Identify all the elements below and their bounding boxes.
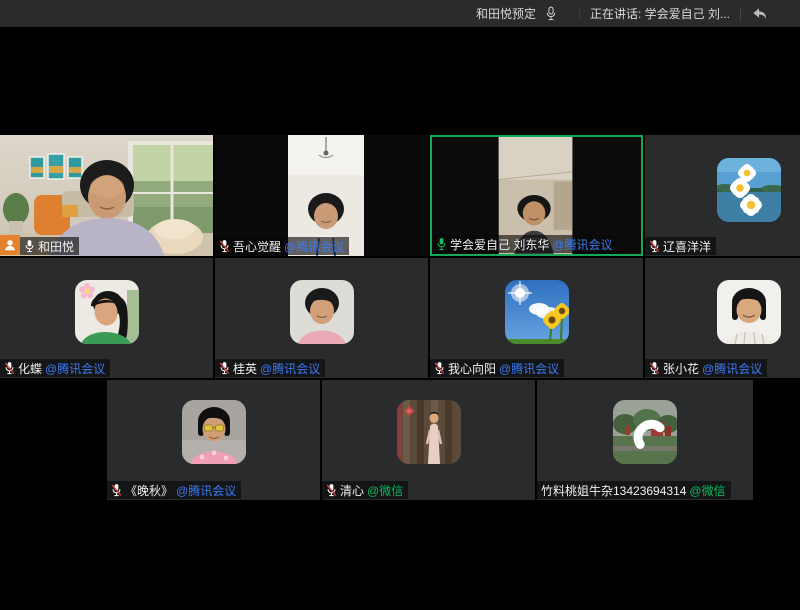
sunflowers-blue-sky-photo <box>505 280 569 344</box>
daisies-lake-photo <box>717 158 781 222</box>
participant-tile-woxinxiangyang[interactable]: 我心向阳@腾讯会议 <box>430 258 643 378</box>
participant-tile-wanqiu[interactable]: 《晚秋》@腾讯会议 <box>107 380 320 500</box>
mic-speaking-icon <box>436 237 447 251</box>
avatar <box>717 158 781 222</box>
avatar <box>182 400 246 464</box>
avatar <box>505 280 569 344</box>
avatar <box>397 400 461 464</box>
platform-suffix: @腾讯会议 <box>176 482 236 499</box>
avatar <box>75 280 139 344</box>
platform-suffix: @微信 <box>689 482 725 499</box>
mic-muted-icon <box>219 239 230 253</box>
participant-name: 清心 <box>340 482 364 499</box>
meeting-title: 和田悦预定 <box>476 5 536 22</box>
woman-short-hair-photo <box>717 280 781 344</box>
park-scene-phone-handset-icon <box>613 400 677 464</box>
participant-tile-liudonghua-active-speaker[interactable]: 学会爱自己 刘东华@腾讯会议 <box>430 135 643 256</box>
platform-suffix: @微信 <box>367 482 403 499</box>
platform-suffix: @腾讯会议 <box>284 238 344 255</box>
participant-name: 张小花 <box>663 360 699 377</box>
platform-suffix: @腾讯会议 <box>702 360 762 377</box>
titlebar-divider <box>740 7 741 20</box>
reply-back-arrow-icon[interactable] <box>751 6 768 21</box>
platform-suffix: @腾讯会议 <box>45 360 105 377</box>
speaking-status: 正在讲话: 学会爱自己 刘... <box>590 5 730 22</box>
woman-yellow-glasses-photo <box>182 400 246 464</box>
platform-suffix: @腾讯会议 <box>552 236 612 253</box>
participant-tile-zhangxiaohua[interactable]: 张小花@腾讯会议 <box>645 258 800 378</box>
avatar <box>717 280 781 344</box>
participant-name: 吾心觉醒 <box>233 238 281 255</box>
speaking-microphone-icon <box>545 6 557 21</box>
mic-on-icon <box>24 239 35 253</box>
titlebar: 和田悦预定 正在讲话: 学会爱自己 刘... <box>0 0 800 27</box>
participant-name: 学会爱自己 刘东华 <box>450 236 549 253</box>
mic-muted-icon <box>219 361 230 375</box>
participant-name: 和田悦 <box>38 238 74 255</box>
participant-tile-guiying[interactable]: 桂英@腾讯会议 <box>215 258 428 378</box>
participant-tile-wuxinjuexing[interactable]: 吾心觉醒@腾讯会议 <box>215 135 428 256</box>
participant-name: 化蝶 <box>18 360 42 377</box>
woman-green-top-flower-photo <box>75 280 139 344</box>
mic-muted-icon <box>649 361 660 375</box>
participant-name: 《晚秋》 <box>125 482 173 499</box>
participant-tile-huadie[interactable]: 化蝶@腾讯会议 <box>0 258 213 378</box>
platform-suffix: @腾讯会议 <box>499 360 559 377</box>
participant-name: 辽喜洋洋 <box>663 238 711 255</box>
mic-muted-icon <box>326 483 337 497</box>
participant-name: 桂英 <box>233 360 257 377</box>
titlebar-divider <box>579 7 580 20</box>
participant-name: 竹料桃姐牛杂13423694314 <box>541 482 686 499</box>
participant-tile-zhuliaotaojie[interactable]: 竹料桃姐牛杂13423694314@微信 <box>537 380 753 500</box>
mic-muted-icon <box>649 239 660 253</box>
woman-standing-doorway-photo <box>397 400 461 464</box>
participant-tile-liaoxiyangyang[interactable]: 辽喜洋洋 <box>645 135 800 256</box>
avatar <box>613 400 677 464</box>
woman-pink-top-photo <box>290 280 354 344</box>
participant-tile-hetianyue[interactable]: 和田悦 <box>0 135 213 256</box>
host-badge-icon <box>0 235 20 255</box>
mic-muted-icon <box>4 361 15 375</box>
video-grid: 和田悦 <box>0 27 800 610</box>
mic-muted-icon <box>434 361 445 375</box>
participant-tile-qingxin[interactable]: 清心@微信 <box>322 380 535 500</box>
participant-name: 我心向阳 <box>448 360 496 377</box>
platform-suffix: @腾讯会议 <box>260 360 320 377</box>
mic-muted-icon <box>111 483 122 497</box>
avatar <box>290 280 354 344</box>
